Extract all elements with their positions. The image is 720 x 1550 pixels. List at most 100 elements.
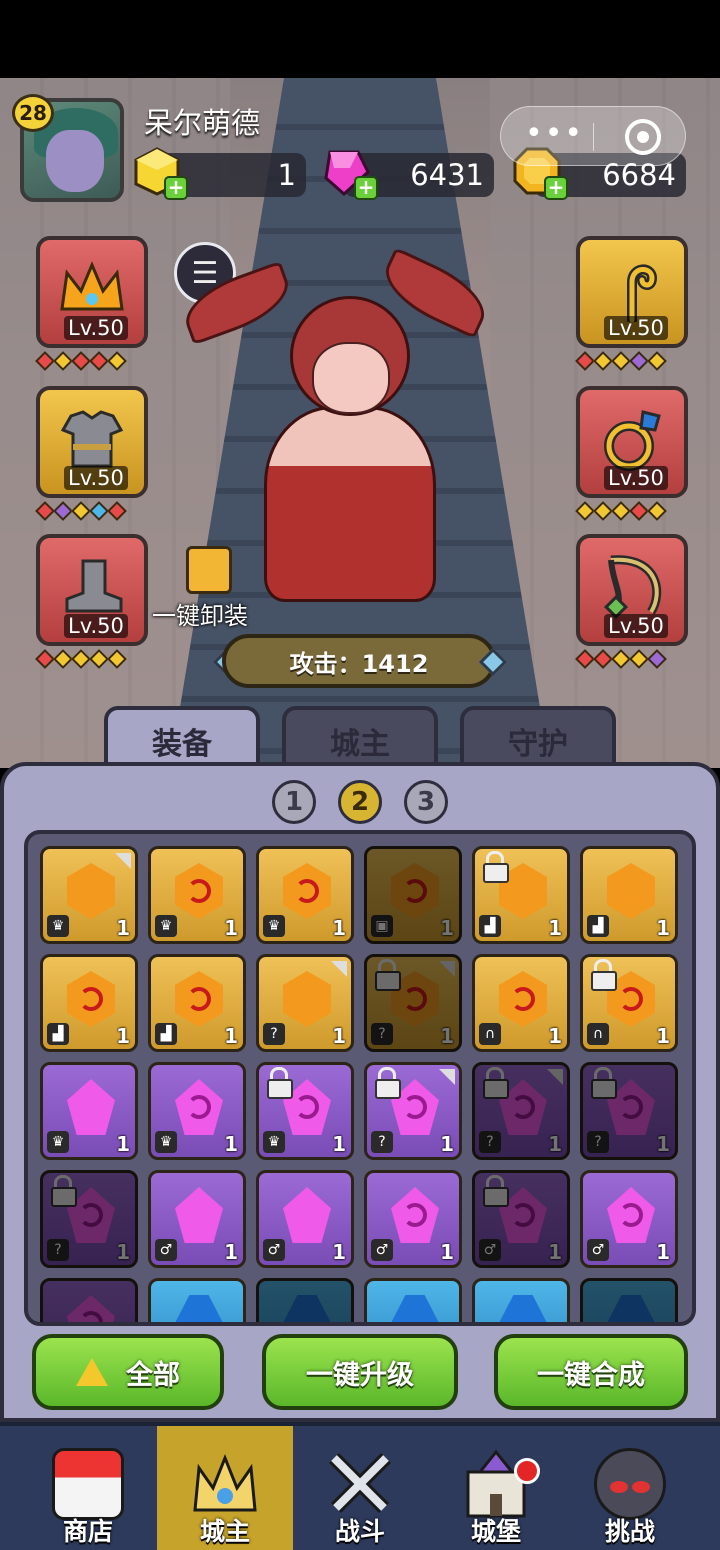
purple-gem-icon bbox=[175, 1187, 223, 1243]
item-count: 1 bbox=[116, 1024, 130, 1048]
hero-character bbox=[176, 247, 496, 618]
ring-type-icon: ♂ bbox=[587, 1239, 609, 1261]
blue-gem-icon bbox=[607, 1295, 655, 1322]
gem-socket bbox=[647, 649, 667, 669]
spiral-icon bbox=[511, 987, 535, 1011]
gem-socket bbox=[629, 649, 649, 669]
item-count: 1 bbox=[116, 916, 130, 940]
combine-all-button[interactable]: 一键合成 bbox=[494, 1334, 688, 1410]
gem-socket bbox=[611, 351, 631, 371]
inventory-item[interactable]: ♛ 1 bbox=[148, 846, 246, 944]
equip-slot-staff[interactable]: Lv.50 bbox=[576, 236, 688, 348]
item-count: 1 bbox=[224, 1132, 238, 1156]
inventory-item[interactable]: ▟ 1 bbox=[580, 846, 678, 944]
unequip-all-button[interactable]: 一键卸装 bbox=[152, 596, 248, 631]
gem-socket bbox=[71, 351, 91, 371]
page-1-button[interactable]: 1 bbox=[272, 780, 316, 824]
item-count: 1 bbox=[224, 1240, 238, 1264]
item-count: 1 bbox=[440, 916, 454, 940]
inventory-item[interactable]: ? 1 bbox=[580, 1062, 678, 1160]
purple-gem-icon bbox=[283, 1187, 331, 1243]
hero-body bbox=[264, 406, 436, 602]
ring-type-icon: ♂ bbox=[155, 1239, 177, 1261]
inventory-item[interactable]: ? 1 bbox=[364, 1062, 462, 1160]
add-gold-cube-icon[interactable]: + bbox=[164, 176, 188, 200]
inventory-item[interactable]: ♂ 1 bbox=[472, 1170, 570, 1268]
gold-cube-value: 1 bbox=[277, 158, 296, 192]
boots-type-icon: ▟ bbox=[479, 915, 501, 937]
gold-gem-icon bbox=[283, 971, 331, 1027]
more-icon[interactable]: ••• bbox=[525, 117, 584, 151]
nav-lord[interactable]: 城主 bbox=[157, 1426, 293, 1550]
lock-icon bbox=[481, 1175, 509, 1207]
miniprogram-capsule: ••• bbox=[500, 106, 686, 166]
add-pink-gem-icon[interactable]: + bbox=[354, 176, 378, 200]
filter-all-button[interactable]: 全部 bbox=[32, 1334, 224, 1410]
item-count: 1 bbox=[440, 1024, 454, 1048]
equip-slot-armor[interactable]: Lv.50 bbox=[36, 386, 148, 498]
inventory-item[interactable]: ♛ 1 bbox=[256, 846, 354, 944]
item-count: 1 bbox=[116, 1132, 130, 1156]
inventory-item[interactable] bbox=[472, 1278, 570, 1322]
filter-all-label: 全部 bbox=[126, 1359, 180, 1391]
spiral-icon bbox=[619, 1203, 643, 1227]
item-count: 1 bbox=[656, 1132, 670, 1156]
inventory-item[interactable]: ▣ 1 bbox=[364, 846, 462, 944]
gem-socket bbox=[89, 351, 109, 371]
pink-gem-icon[interactable]: + bbox=[322, 146, 378, 200]
inventory-item[interactable]: ∩ 1 bbox=[580, 954, 678, 1052]
page-2-button[interactable]: 2 bbox=[338, 780, 382, 824]
inventory-item[interactable]: ∩ 1 bbox=[472, 954, 570, 1052]
crown-level: Lv.50 bbox=[64, 316, 128, 340]
spiral-icon bbox=[511, 1095, 535, 1119]
inventory-item[interactable]: ♂ 1 bbox=[256, 1170, 354, 1268]
gold-cube-icon[interactable]: + bbox=[132, 146, 188, 200]
equip-slot-boots[interactable]: Lv.50 bbox=[36, 534, 148, 646]
inventory-item[interactable]: ? 1 bbox=[472, 1062, 570, 1160]
gem-socket bbox=[71, 501, 91, 521]
inventory-item[interactable]: ♂ 1 bbox=[148, 1170, 246, 1268]
inventory-item[interactable]: ? 1 bbox=[40, 1170, 138, 1268]
status-bar bbox=[0, 0, 720, 78]
inventory-item[interactable]: ♂ 1 bbox=[580, 1170, 678, 1268]
gem-socket bbox=[575, 649, 595, 669]
hero-face bbox=[312, 342, 390, 414]
inventory-item[interactable]: ♛ 1 bbox=[40, 1062, 138, 1160]
inventory-item[interactable]: ? 1 bbox=[256, 954, 354, 1052]
equip-slot-ring[interactable]: Lv.50 bbox=[576, 386, 688, 498]
inventory-item[interactable]: ? 1 bbox=[364, 954, 462, 1052]
staff-type-icon: ? bbox=[587, 1131, 609, 1153]
close-miniprogram-icon[interactable] bbox=[625, 119, 661, 155]
equip-slot-necklace[interactable]: Lv.50 bbox=[576, 534, 688, 646]
inventory-item[interactable] bbox=[148, 1278, 246, 1322]
gem-socket bbox=[107, 501, 127, 521]
lock-icon bbox=[481, 851, 509, 883]
equip-slot-crown[interactable]: Lv.50 bbox=[36, 236, 148, 348]
item-count: 1 bbox=[548, 1132, 562, 1156]
inventory-item[interactable]: ▟ 1 bbox=[472, 846, 570, 944]
inventory-item[interactable]: ♛ 1 bbox=[40, 846, 138, 944]
gem-socket bbox=[53, 501, 73, 521]
nav-castle[interactable]: 城堡 bbox=[428, 1426, 564, 1550]
spiral-icon bbox=[619, 987, 643, 1011]
upgrade-all-button[interactable]: 一键升级 bbox=[262, 1334, 458, 1410]
nav-challenge[interactable]: 挑战 bbox=[562, 1426, 698, 1550]
inventory-item[interactable]: ♛ 1 bbox=[256, 1062, 354, 1160]
nav-battle[interactable]: 战斗 bbox=[292, 1426, 428, 1550]
inventory-item[interactable]: ♂ 1 bbox=[364, 1170, 462, 1268]
staff-type-icon: ? bbox=[371, 1131, 393, 1153]
lock-icon bbox=[265, 1067, 293, 1099]
inventory-item[interactable]: ▟ 1 bbox=[148, 954, 246, 1052]
inventory-item[interactable]: ▟ 1 bbox=[40, 954, 138, 1052]
inventory-item[interactable] bbox=[40, 1278, 138, 1322]
inventory-item[interactable] bbox=[580, 1278, 678, 1322]
spiral-icon bbox=[295, 879, 319, 903]
unequip-chest-icon[interactable] bbox=[186, 546, 232, 594]
nav-shop[interactable]: 商店 bbox=[20, 1426, 156, 1550]
page-3-button[interactable]: 3 bbox=[404, 780, 448, 824]
inventory-item[interactable] bbox=[256, 1278, 354, 1322]
staff-level: Lv.50 bbox=[604, 316, 668, 340]
inventory-item[interactable]: ♛ 1 bbox=[148, 1062, 246, 1160]
add-gold-coin-icon[interactable]: + bbox=[544, 176, 568, 200]
inventory-item[interactable] bbox=[364, 1278, 462, 1322]
